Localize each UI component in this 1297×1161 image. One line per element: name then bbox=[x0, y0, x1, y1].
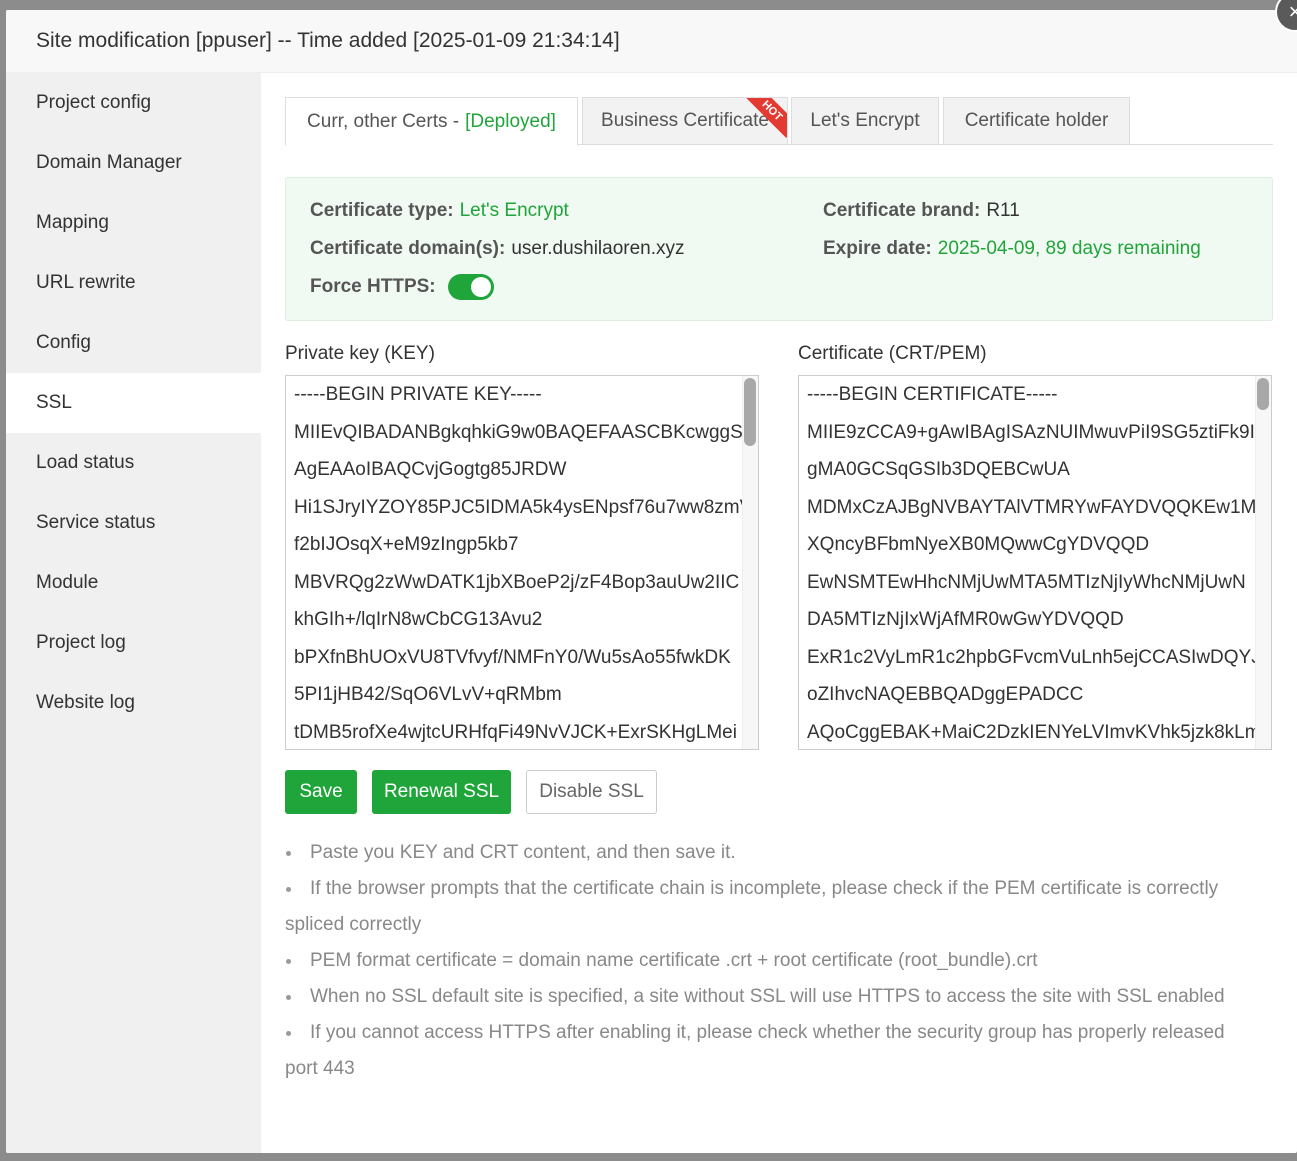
cert-domain-value: user.dushilaoren.xyz bbox=[511, 238, 685, 259]
cert-type-value: Let's Encrypt bbox=[459, 200, 569, 221]
cert-line: -----BEGIN CERTIFICATE----- bbox=[807, 384, 1058, 405]
expire-date-value: 2025-04-09, 89 days remaining bbox=[937, 238, 1201, 259]
key-line: MBVRQg2zWwDATK1jbXBoeP2j/zF4Bop3auUw2IIC bbox=[294, 571, 740, 593]
cert-line: AQoCggEBAK+MaiC2DzkIENYeLVImvKVhk5jzk8kL… bbox=[807, 721, 1261, 743]
tab-certificate-holder[interactable]: Certificate holder bbox=[943, 97, 1130, 145]
cert-line: gMA0GCSqGSIb3DQEBCwUA bbox=[807, 459, 1070, 480]
cert-line: EwNSMTEwHhcNMjUwMTA5MTIzNjIyWhcNMjUwN bbox=[807, 571, 1246, 593]
private-key-scrollbar[interactable] bbox=[742, 376, 758, 749]
sidebar-item-website-log[interactable]: Website log bbox=[6, 673, 261, 733]
sidebar-item-module[interactable]: Module bbox=[6, 553, 261, 613]
sidebar-item-mapping[interactable]: Mapping bbox=[6, 193, 261, 253]
tip-item-continuation: port 443 bbox=[285, 1058, 355, 1079]
cert-line: MIIE9zCCA9+gAwIBAgISAzNUIMwuvPiI9SG5ztiF… bbox=[807, 421, 1255, 443]
certificate-scroll-thumb[interactable] bbox=[1257, 378, 1269, 410]
key-line: khGIh+/lqIrN8wCbCG13Avu2 bbox=[294, 609, 543, 630]
cert-line: MDMxCzAJBgNVBAYTAlVTMRYwFAYDVQQKEw1MZ bbox=[807, 496, 1268, 518]
ssl-panel: Curr, other Certs - [Deployed] Business … bbox=[285, 73, 1273, 1153]
dialog-title: Site modification [ppuser] -- Time added… bbox=[6, 10, 1297, 73]
cert-line: ExR1c2VyLmR1c2hpbGFvcmVuLnh5ejCCASIwDQYJ… bbox=[807, 646, 1271, 668]
certificate-scrollbar[interactable] bbox=[1255, 376, 1271, 749]
cert-brand-value: R11 bbox=[986, 200, 1020, 221]
force-https-label: Force HTTPS: bbox=[310, 276, 436, 297]
key-line: -----BEGIN PRIVATE KEY----- bbox=[294, 384, 542, 405]
key-line: 5PI1jHB42/SqO6VLvV+qRMbm bbox=[294, 684, 562, 705]
sidebar-item-service-status[interactable]: Service status bbox=[6, 493, 261, 553]
disable-ssl-button[interactable]: Disable SSL bbox=[526, 770, 657, 814]
tip-item: If you cannot access HTTPS after enablin… bbox=[285, 1015, 1273, 1051]
certificate-label: Certificate (CRT/PEM) bbox=[798, 343, 987, 364]
save-button[interactable]: Save bbox=[285, 770, 357, 814]
cert-type-row: Certificate type: Let's Encrypt bbox=[310, 200, 569, 222]
site-modification-dialog: Site modification [ppuser] -- Time added… bbox=[6, 10, 1297, 1153]
key-line: f2bIJOsqX+eM9zIngp5kb7 bbox=[294, 534, 519, 555]
expire-date-row: Expire date: 2025-04-09, 89 days remaini… bbox=[823, 238, 1201, 260]
private-key-textarea[interactable]: -----BEGIN PRIVATE KEY----- MIIEvQIBADANB… bbox=[285, 375, 759, 750]
tab-business-certificate[interactable]: Business Certificate HOT bbox=[582, 97, 788, 145]
tab-current-certs-label: Curr, other Certs - bbox=[307, 110, 460, 132]
expire-date-label: Expire date: bbox=[823, 238, 932, 259]
cert-line: XQncyBFbmNyeXB0MQwwCgYDVQQD bbox=[807, 534, 1150, 555]
key-line: MIIEvQIBADANBgkqhkiG9w0BAQEFAASCBKcwggSj bbox=[294, 421, 747, 443]
private-key-scroll-thumb[interactable] bbox=[744, 378, 756, 446]
tip-item-continuation: spliced correctly bbox=[285, 914, 422, 935]
sidebar: Project config Domain Manager Mapping UR… bbox=[6, 73, 261, 1153]
private-key-label: Private key (KEY) bbox=[285, 343, 435, 364]
sidebar-item-url-rewrite[interactable]: URL rewrite bbox=[6, 253, 261, 313]
cert-info-box: Certificate type: Let's Encrypt Certific… bbox=[285, 177, 1273, 321]
sidebar-item-load-status[interactable]: Load status bbox=[6, 433, 261, 493]
cert-domain-row: Certificate domain(s): user.dushilaoren.… bbox=[310, 238, 685, 260]
renewal-ssl-button[interactable]: Renewal SSL bbox=[372, 770, 511, 814]
cert-type-label: Certificate type: bbox=[310, 200, 454, 221]
cert-line: DA5MTIzNjIxWjAfMR0wGwYDVQQD bbox=[807, 609, 1124, 630]
tip-item: If the browser prompts that the certific… bbox=[285, 871, 1273, 907]
tip-item: Paste you KEY and CRT content, and then … bbox=[285, 835, 1273, 871]
force-https-toggle[interactable] bbox=[447, 274, 494, 300]
cert-brand-row: Certificate brand: R11 bbox=[823, 200, 1020, 222]
sidebar-item-ssl[interactable]: SSL bbox=[6, 373, 261, 433]
tip-item: PEM format certificate = domain name cer… bbox=[285, 943, 1273, 979]
tab-lets-encrypt[interactable]: Let's Encrypt bbox=[791, 97, 939, 145]
cert-domain-label: Certificate domain(s): bbox=[310, 238, 506, 259]
sidebar-item-config[interactable]: Config bbox=[6, 313, 261, 373]
tips-list: Paste you KEY and CRT content, and then … bbox=[285, 835, 1273, 1087]
tip-item: When no SSL default site is specified, a… bbox=[285, 979, 1273, 1015]
cert-line: oZIhvcNAQEBBQADggEPADCC bbox=[807, 684, 1084, 705]
cert-brand-label: Certificate brand: bbox=[823, 200, 981, 221]
certificate-textarea[interactable]: -----BEGIN CERTIFICATE----- MIIE9zCCA9+gA… bbox=[798, 375, 1272, 750]
sidebar-item-domain-manager[interactable]: Domain Manager bbox=[6, 133, 261, 193]
key-line: bPXfnBhUOxVU8TVfvyf/NMFnY0/Wu5sAo55fwkDK bbox=[294, 646, 731, 668]
force-https-row: Force HTTPS: bbox=[310, 274, 494, 300]
deployed-status: [Deployed] bbox=[465, 110, 556, 132]
tab-business-certificate-label: Business Certificate bbox=[601, 110, 769, 131]
key-line: AgEAAoIBAQCvjGogtg85JRDW bbox=[294, 459, 567, 480]
cert-tabs: Curr, other Certs - [Deployed] Business … bbox=[285, 97, 1273, 146]
key-line: Hi1SJryIYZOY85PJC5IDMA5k4ysENpsf76u7ww8z… bbox=[294, 496, 753, 518]
sidebar-item-project-config[interactable]: Project config bbox=[6, 73, 261, 133]
sidebar-item-project-log[interactable]: Project log bbox=[6, 613, 261, 673]
tab-current-certs[interactable]: Curr, other Certs - [Deployed] bbox=[285, 97, 578, 146]
key-line: tDMB5rofXe4wjtcURHfqFi49NvVJCK+ExrSKHgLM… bbox=[294, 721, 737, 743]
